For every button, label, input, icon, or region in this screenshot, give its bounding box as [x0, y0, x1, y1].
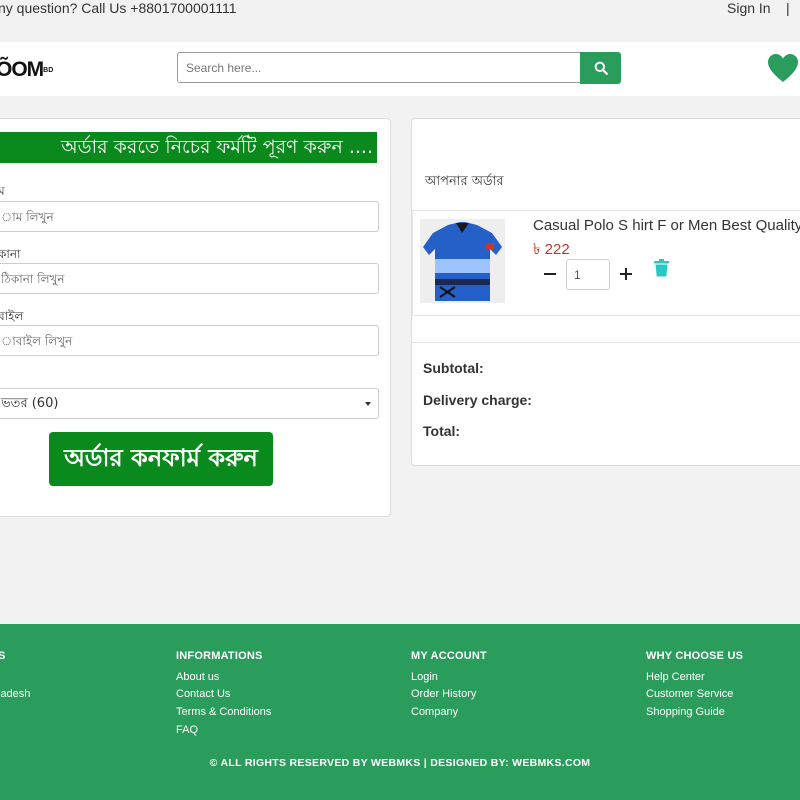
- footer-col1-heading: S: [0, 650, 6, 662]
- trash-icon[interactable]: [654, 259, 669, 277]
- product-price: ৳ 222: [533, 241, 570, 258]
- product-name[interactable]: Casual Polo S hirt F or Men Best Quality: [533, 217, 800, 234]
- search-button[interactable]: [580, 52, 621, 84]
- name-label: ম: [0, 184, 5, 198]
- footer-link-faq[interactable]: FAQ: [176, 724, 198, 736]
- search-icon: [594, 61, 608, 75]
- footer-link-about[interactable]: About us: [176, 671, 219, 683]
- plus-icon[interactable]: [617, 265, 635, 283]
- topbar-separator: |: [786, 0, 790, 16]
- copyright-text: © ALL RIGHTS RESERVED BY WEBMKS | DESIGN…: [209, 757, 591, 769]
- contact-text: ny question? Call Us +8801700001111: [0, 0, 237, 16]
- site-logo[interactable]: ÕOMBD: [0, 58, 53, 82]
- footer-link-login[interactable]: Login: [411, 671, 438, 683]
- footer-informations-heading: INFORMATIONS: [176, 650, 263, 662]
- search-input[interactable]: [177, 52, 581, 83]
- heart-icon[interactable]: [767, 53, 799, 83]
- area-select[interactable]: ভতর (60): [0, 388, 379, 419]
- top-bar: ny question? Call Us +8801700001111 Sign…: [0, 0, 800, 42]
- summary-divider: [412, 342, 800, 343]
- footer-link-customer-service[interactable]: Customer Service: [646, 688, 733, 700]
- logo-text: ÕOM: [0, 58, 44, 81]
- footer-link-help-center[interactable]: Help Center: [646, 671, 705, 683]
- mobile-field[interactable]: [0, 325, 379, 356]
- sign-in-link[interactable]: Sign In: [727, 0, 771, 16]
- polo-shirt-image: [420, 219, 505, 303]
- footer-link-order-history[interactable]: Order History: [411, 688, 476, 700]
- subtotal-label: Subtotal:: [423, 360, 484, 376]
- site-footer: S ladesh INFORMATIONS About us Contact U…: [0, 624, 800, 800]
- caret-down-icon: [365, 402, 371, 406]
- footer-why-heading: WHY CHOOSE US: [646, 650, 744, 662]
- footer-link-company[interactable]: Company: [411, 706, 458, 718]
- logo-suffix: BD: [43, 66, 54, 74]
- footer-col1-link: ladesh: [0, 688, 31, 700]
- footer-link-shopping-guide[interactable]: Shopping Guide: [646, 706, 725, 718]
- site-header: ÕOMBD: [0, 42, 800, 96]
- confirm-order-button[interactable]: অর্ডার কনফার্ম করুন: [49, 432, 273, 486]
- order-title: আপনার অর্ডার: [425, 174, 504, 189]
- footer-link-terms[interactable]: Terms & Conditions: [176, 706, 271, 718]
- form-banner: অর্ডার করতে নিচের ফর্মটি পূরণ করুন ....: [0, 132, 377, 163]
- quantity-stepper[interactable]: [566, 259, 610, 290]
- footer-account-heading: MY ACCOUNT: [411, 650, 487, 662]
- address-field[interactable]: [0, 263, 379, 294]
- name-field[interactable]: [0, 201, 379, 232]
- delivery-charge-label: Delivery charge:: [423, 392, 532, 408]
- product-image: [420, 219, 505, 303]
- area-select-value: ভতর (60): [1, 396, 59, 411]
- footer-link-contact[interactable]: Contact Us: [176, 688, 230, 700]
- total-label: Total:: [423, 423, 461, 439]
- minus-icon[interactable]: [541, 265, 559, 283]
